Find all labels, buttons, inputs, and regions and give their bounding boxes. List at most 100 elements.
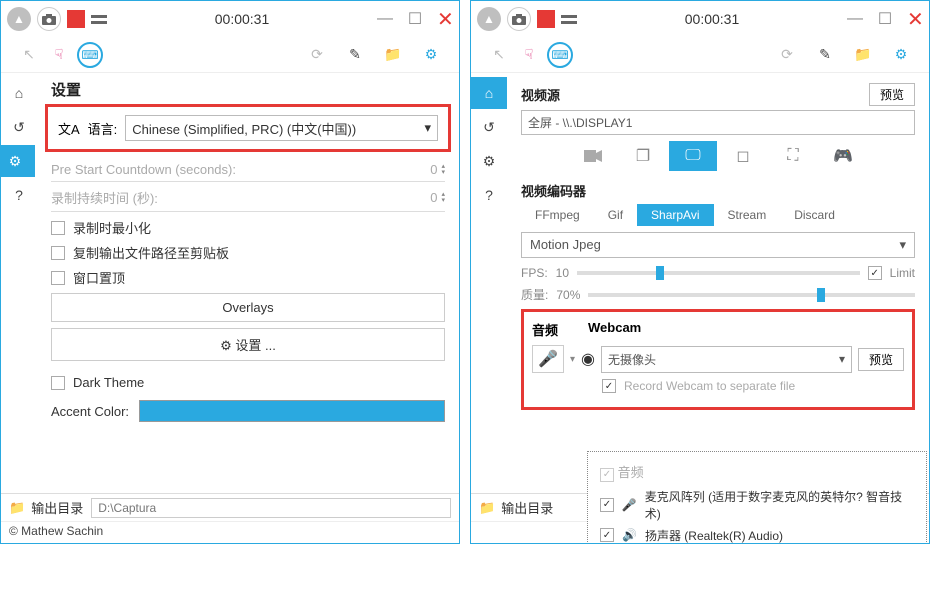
encoder-tabs: FFmpeg Gif SharpAvi Stream Discard	[521, 204, 915, 226]
source-fullscreen-icon[interactable]: ⛶	[769, 141, 817, 171]
tab-gif[interactable]: Gif	[594, 204, 637, 226]
cursor-icon[interactable]: ↖	[17, 46, 41, 63]
spinner-icon[interactable]: ▴▾	[441, 192, 445, 204]
spinner-icon[interactable]: ▴▾	[441, 164, 445, 176]
settings-window: ▲ 00:00:31 — ☐ ✕ ↖ ☟ ⌨ ⟳ ✎ 📁 ⚙ ⌂ ↺ ⚙	[0, 0, 460, 544]
screenshot-button[interactable]	[507, 7, 531, 31]
click-icon[interactable]: ☟	[47, 46, 71, 63]
limit-checkbox[interactable]: ✓	[868, 266, 882, 280]
sidebar: ⌂ ↺ ⚙ ?	[1, 73, 37, 543]
brush-icon[interactable]: ✎	[343, 46, 367, 63]
webcam-icon: ◉	[581, 349, 595, 369]
encoder-title: 视频编码器	[521, 181, 586, 200]
page-title: 设置	[51, 79, 445, 100]
close-button[interactable]: ✕	[907, 7, 923, 32]
sidebar-history[interactable]: ↺	[471, 111, 507, 143]
brush-icon[interactable]: ✎	[813, 46, 837, 63]
output-path[interactable]: D:\Captura	[91, 498, 451, 518]
tab-sharpavi[interactable]: SharpAvi	[637, 204, 713, 226]
source-screen-icon[interactable]: 🖵	[669, 141, 717, 171]
minimize-checkbox[interactable]: 录制时最小化	[51, 218, 445, 237]
sidebar-history[interactable]: ↺	[1, 111, 37, 143]
output-label: 输出目录	[31, 498, 83, 517]
collapse-button[interactable]: ▲	[477, 7, 501, 31]
overlays-button[interactable]: Overlays	[51, 293, 445, 322]
topmost-checkbox[interactable]: 窗口置顶	[51, 268, 445, 287]
toolbar: ↖ ☟ ⌨ ⟳ ✎ 📁 ⚙	[1, 37, 459, 73]
chevron-down-icon: ▾	[899, 237, 906, 253]
close-button[interactable]: ✕	[437, 7, 453, 32]
record-separate-checkbox[interactable]: ✓Record Webcam to separate file	[602, 379, 904, 393]
source-type-row: ❐ 🖵 ◻ ⛶ 🎮	[521, 141, 915, 171]
source-game-icon[interactable]: 🎮	[819, 141, 867, 171]
sidebar-settings[interactable]: ⚙	[0, 145, 35, 177]
audio-webcam-section: 音频 Webcam 🎤 ▾ ◉ 无摄像头▾ 预览 ✓Record Webcam …	[521, 309, 915, 410]
mic-device-checkbox[interactable]: ✓ 🎤 麦克风阵列 (适用于数字麦克风的英特尔? 智音技术)	[600, 488, 914, 522]
record-button[interactable]	[537, 10, 555, 28]
tab-discard[interactable]: Discard	[780, 204, 849, 226]
source-window-icon[interactable]: ❐	[619, 141, 667, 171]
webcam-select[interactable]: 无摄像头▾	[601, 346, 852, 373]
minimize-button[interactable]: —	[377, 10, 393, 28]
quality-label: 质量:	[521, 286, 548, 303]
fps-value: 10	[556, 266, 569, 280]
chevron-down-icon: ▾	[839, 352, 845, 366]
chevron-down-icon[interactable]: ▾	[570, 354, 575, 365]
minimize-button[interactable]: —	[847, 10, 863, 28]
maximize-button[interactable]: ☐	[407, 9, 423, 29]
pause-button[interactable]	[561, 15, 577, 24]
speaker-device-checkbox[interactable]: ✓ 🔊 扬声器 (Realtek(R) Audio)	[600, 527, 914, 544]
tab-ffmpeg[interactable]: FFmpeg	[521, 204, 594, 226]
timer-display: 00:00:31	[577, 11, 847, 27]
webcam-preview-button[interactable]: 预览	[858, 348, 904, 371]
gear-icon[interactable]: ⚙	[419, 46, 443, 63]
fps-slider[interactable]	[577, 271, 860, 275]
pause-button[interactable]	[91, 15, 107, 24]
screenshot-button[interactable]	[37, 7, 61, 31]
folder-icon[interactable]: 📁	[851, 46, 875, 63]
codec-select[interactable]: Motion Jpeg▾	[521, 232, 915, 258]
copypath-checkbox[interactable]: 复制输出文件路径至剪贴板	[51, 243, 445, 262]
source-select[interactable]: 全屏 - \\.\DISPLAY1	[521, 110, 915, 135]
sidebar-home[interactable]: ⌂	[471, 77, 507, 109]
duration-field[interactable]: 录制持续时间 (秒): 0▴▾	[51, 184, 445, 212]
folder-icon[interactable]: 📁	[9, 500, 25, 516]
main-content: 视频源 预览 全屏 - \\.\DISPLAY1 ❐ 🖵 ◻ ⛶ 🎮 视频编码器…	[507, 73, 929, 543]
prestart-label: Pre Start Countdown (seconds):	[51, 162, 236, 177]
accent-color-swatch[interactable]	[139, 400, 445, 422]
sidebar-help[interactable]: ?	[471, 179, 507, 211]
keyboard-icon[interactable]: ⌨	[77, 42, 103, 68]
collapse-button[interactable]: ▲	[7, 7, 31, 31]
tab-stream[interactable]: Stream	[714, 204, 781, 226]
audio-title: 音频	[532, 320, 558, 339]
chevron-down-icon: ▾	[424, 120, 431, 136]
language-select[interactable]: Chinese (Simplified, PRC) (中文(中国)) ▾	[125, 115, 438, 141]
sidebar-help[interactable]: ?	[1, 179, 37, 211]
darktheme-checkbox[interactable]: Dark Theme	[51, 375, 445, 390]
maximize-button[interactable]: ☐	[877, 9, 893, 29]
source-region-icon[interactable]: ◻	[719, 141, 767, 171]
prestart-field[interactable]: Pre Start Countdown (seconds): 0▴▾	[51, 158, 445, 182]
click-icon[interactable]: ☟	[517, 46, 541, 63]
source-camera-icon[interactable]	[569, 141, 617, 171]
quality-slider[interactable]	[588, 293, 915, 297]
sidebar: ⌂ ↺ ⚙ ?	[471, 73, 507, 543]
sidebar-settings[interactable]: ⚙	[471, 145, 507, 177]
refresh-icon[interactable]: ⟳	[775, 46, 799, 63]
settings-content: 设置 文A 语言: Chinese (Simplified, PRC) (中文(…	[37, 73, 459, 543]
gear-icon[interactable]: ⚙	[889, 46, 913, 63]
folder-icon[interactable]: 📁	[479, 500, 495, 516]
mic-toggle[interactable]: 🎤	[532, 345, 564, 373]
settings-button[interactable]: ⚙ 设置 ...	[51, 328, 445, 361]
fps-label: FPS:	[521, 266, 548, 280]
video-source-title: 视频源	[521, 85, 560, 104]
refresh-icon[interactable]: ⟳	[305, 46, 329, 63]
preview-button[interactable]: 预览	[869, 83, 915, 106]
folder-icon[interactable]: 📁	[381, 46, 405, 63]
keyboard-icon[interactable]: ⌨	[547, 42, 573, 68]
cursor-icon[interactable]: ↖	[487, 46, 511, 63]
limit-label: Limit	[890, 266, 915, 280]
duration-label: 录制持续时间 (秒):	[51, 188, 158, 207]
record-button[interactable]	[67, 10, 85, 28]
sidebar-home[interactable]: ⌂	[1, 77, 37, 109]
